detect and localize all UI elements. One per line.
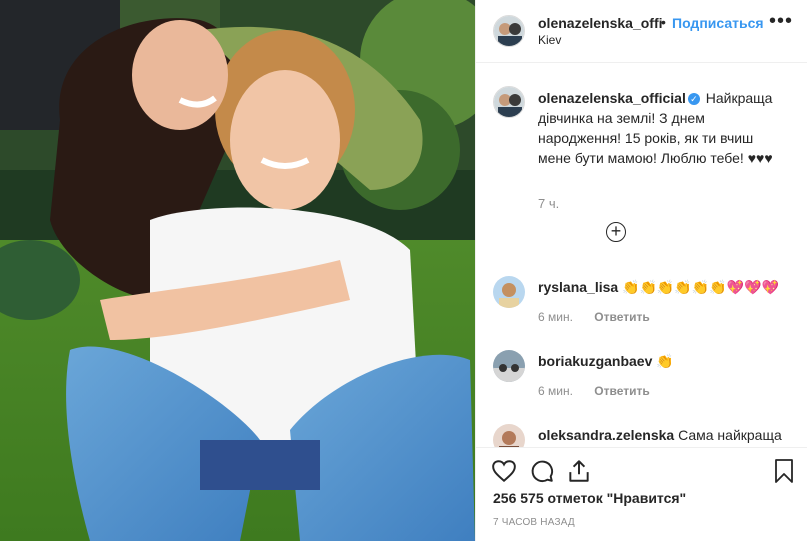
comment-text: 👏👏👏👏👏👏💖💖💖 [622,279,779,295]
caption-username[interactable]: olenazelenska_official [538,90,686,106]
more-icon[interactable]: ••• [769,11,793,31]
follow-button[interactable]: Подписаться [672,15,764,31]
post-sidebar: olenazelenska_offi • Подписаться Kiev ••… [475,0,807,542]
reply-button[interactable]: Ответить [594,384,649,398]
share-icon[interactable] [566,458,592,489]
heart-icon[interactable] [491,458,517,489]
author-username[interactable]: olenazelenska_offi [538,15,663,31]
caption-text-block: olenazelenska_official ✓ Найкраща дівчинк… [538,88,788,168]
post-footer: 256 575 отметок "Нравится" 7 ЧАСОВ НАЗАД [476,447,807,542]
author-avatar[interactable] [493,15,525,47]
action-bar [491,458,796,484]
comment-icon[interactable] [529,458,555,489]
comment-time[interactable]: 6 мин. [538,310,573,324]
post-header: olenazelenska_offi • Подписаться Kiev ••… [476,0,807,63]
reply-button[interactable]: Ответить [594,310,649,324]
photo-illustration [0,0,475,541]
plus-circle-icon[interactable]: + [606,222,626,242]
comment-avatar[interactable] [493,350,525,382]
comment-username[interactable]: boriakuzganbaev [538,353,652,369]
bookmark-icon[interactable] [772,458,796,489]
comment-meta: 6 мин. Ответить [538,310,650,324]
post-photo[interactable] [0,0,475,541]
comment-username[interactable]: oleksandra.zelenska [538,427,674,443]
verified-badge-icon: ✓ [687,93,700,105]
comment-time[interactable]: 6 мин. [538,384,573,398]
comment-avatar[interactable] [493,276,525,308]
caption-time[interactable]: 7 ч. [538,196,559,211]
comment-text-block: boriakuzganbaev 👏 [538,352,674,370]
instagram-post: olenazelenska_offi • Подписаться Kiev ••… [0,0,807,542]
comment-text-block: ryslana_lisa 👏👏👏👏👏👏💖💖💖 [538,278,779,296]
comment-text: Сама найкраща [678,427,782,443]
header-separator: • [661,14,666,30]
caption-avatar[interactable] [493,86,525,118]
comment-meta: 6 мин. Ответить [538,384,650,398]
comment-username[interactable]: ryslana_lisa [538,279,618,295]
comment-text-block: oleksandra.zelenska Сама найкраща [538,426,782,444]
comment-text: 👏 [656,353,674,369]
likes-count[interactable]: 256 575 отметок "Нравится" [493,490,686,506]
post-location[interactable]: Kiev [538,33,561,47]
posted-time[interactable]: 7 ЧАСОВ НАЗАД [493,517,575,528]
